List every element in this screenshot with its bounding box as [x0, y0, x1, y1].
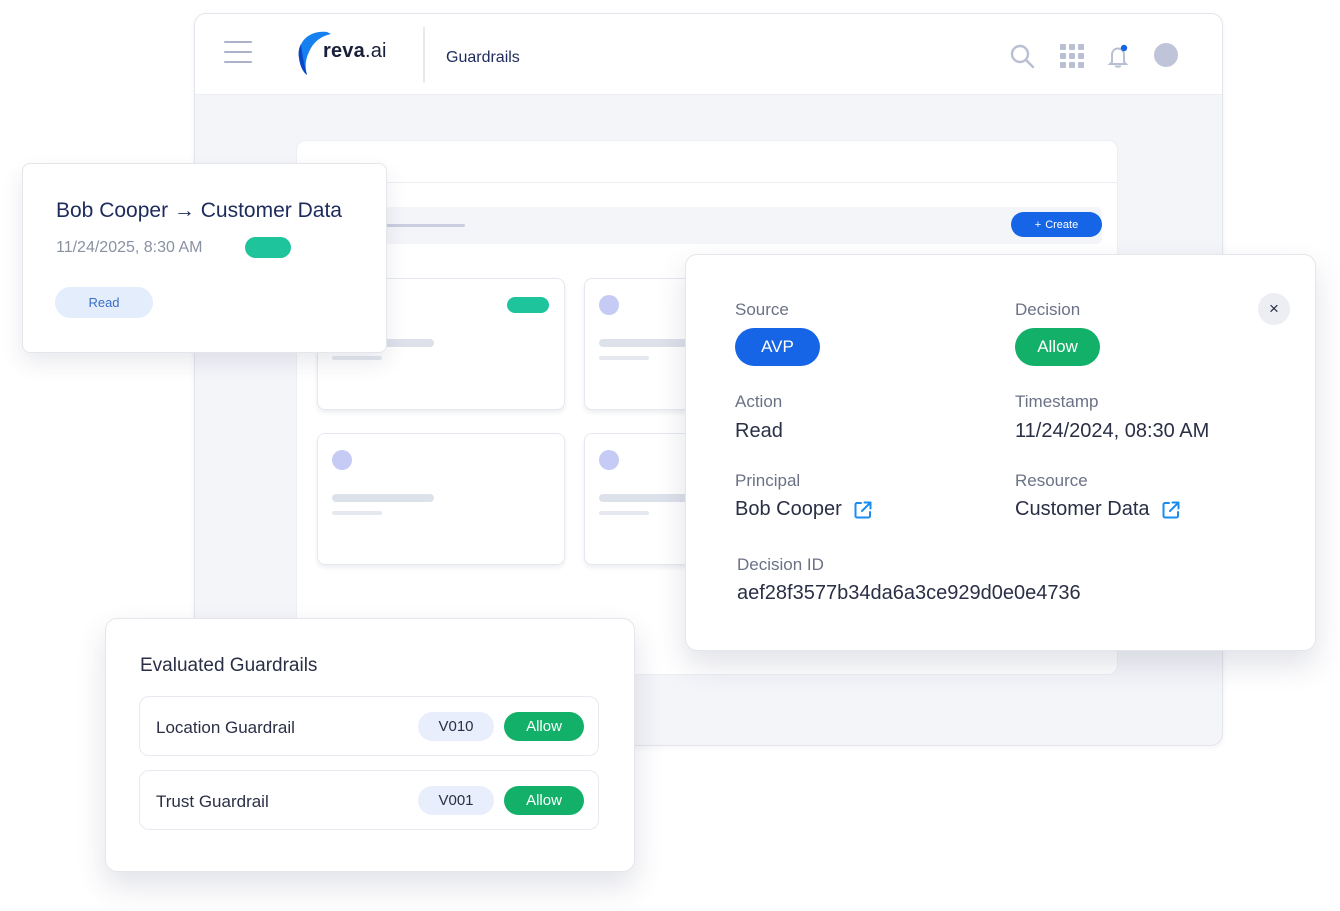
toolbar: + Create: [307, 207, 1102, 244]
skeleton-line: [332, 494, 434, 502]
source-label: Source: [735, 300, 789, 319]
grid-icon[interactable]: [1058, 42, 1086, 70]
event-card[interactable]: Bob Cooper → Customer Data 11/24/2025, 8…: [22, 163, 387, 353]
menu-icon[interactable]: [224, 41, 252, 63]
logo-text: reva: [323, 40, 365, 62]
close-icon: ×: [1269, 299, 1279, 318]
logo[interactable]: reva.ai: [323, 40, 387, 63]
principal-label: Principal: [735, 471, 801, 490]
guardrail-row[interactable]: Location Guardrail V010 Allow: [139, 696, 599, 756]
source-badge: AVP: [735, 328, 820, 366]
action-badge: Read: [55, 287, 153, 318]
plus-icon: +: [1034, 218, 1042, 231]
guardrails-title: Evaluated Guardrails: [140, 655, 318, 676]
avatar-placeholder: [332, 450, 352, 470]
version-badge: V010: [418, 712, 494, 741]
decision-id-value: aef28f3577b34da6a3ce929d0e0e4736: [737, 582, 1081, 604]
create-button[interactable]: + Create: [1011, 212, 1102, 237]
page-title: Guardrails: [446, 49, 520, 66]
logo-suffix: .ai: [364, 40, 387, 62]
close-button[interactable]: ×: [1258, 293, 1290, 325]
event-timestamp: 11/24/2025, 8:30 AM: [56, 239, 203, 256]
principal-value: Bob Cooper: [735, 498, 842, 520]
action-value: Read: [735, 420, 783, 442]
action-label: Action: [735, 392, 783, 411]
header-divider: [423, 27, 425, 83]
event-title: Bob Cooper → Customer Data: [56, 199, 342, 222]
skeleton-line: [332, 356, 382, 360]
status-pill: [507, 297, 549, 313]
status-badge: Allow: [504, 786, 584, 815]
panel-divider: [297, 182, 1117, 183]
decision-id-label: Decision ID: [737, 555, 824, 574]
skeleton-line: [332, 511, 382, 515]
decision-detail-card: × Source AVP Decision Allow Action Read …: [685, 254, 1316, 651]
avatar[interactable]: [1154, 43, 1178, 67]
principal-link[interactable]: Bob Cooper: [735, 498, 874, 521]
app-header: reva.ai Guardrails: [195, 14, 1222, 95]
avatar-placeholder: [599, 295, 619, 315]
version-badge: V001: [418, 786, 494, 815]
status-badge: Allow: [504, 712, 584, 741]
guardrail-row[interactable]: Trust Guardrail V001 Allow: [139, 770, 599, 830]
bell-icon[interactable]: [1104, 42, 1132, 70]
resource-link[interactable]: Customer Data: [1015, 498, 1182, 521]
search-icon[interactable]: [1008, 42, 1036, 70]
guardrail-name: Trust Guardrail: [156, 792, 269, 811]
guardrail-name: Location Guardrail: [156, 718, 295, 737]
external-link-icon[interactable]: [1160, 499, 1182, 521]
evaluated-guardrails-card: Evaluated Guardrails Location Guardrail …: [105, 618, 635, 872]
skeleton-line: [599, 511, 649, 515]
external-link-icon[interactable]: [852, 499, 874, 521]
toolbar-placeholder: [377, 224, 465, 227]
resource-label: Resource: [1015, 471, 1088, 490]
resource-value: Customer Data: [1015, 498, 1150, 520]
timestamp-value: 11/24/2024, 08:30 AM: [1015, 420, 1210, 442]
decision-badge: Allow: [1015, 328, 1100, 366]
skeleton-line: [599, 356, 649, 360]
status-pill: [245, 237, 291, 258]
avatar-placeholder: [599, 450, 619, 470]
skeleton-card[interactable]: [317, 433, 565, 565]
create-button-label: Create: [1045, 218, 1079, 231]
timestamp-label: Timestamp: [1015, 392, 1099, 411]
decision-label: Decision: [1015, 300, 1081, 319]
